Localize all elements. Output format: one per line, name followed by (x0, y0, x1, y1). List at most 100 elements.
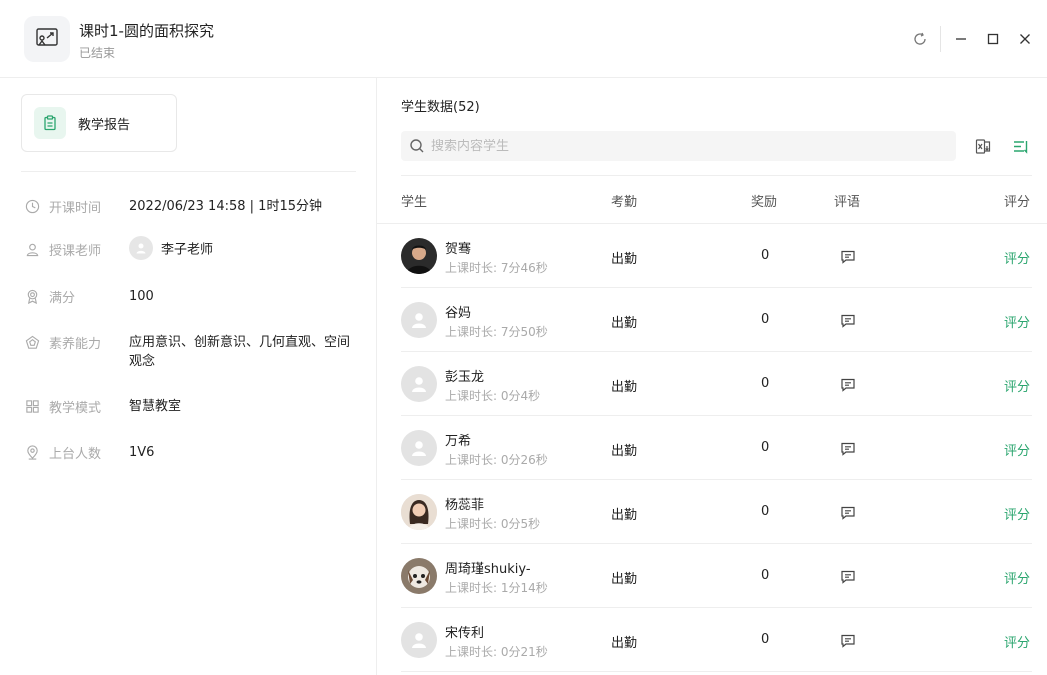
attendance-status: 出勤 (611, 636, 638, 651)
attendance-status: 出勤 (611, 252, 638, 267)
student-name: 万希 (445, 434, 472, 449)
section-title: 学生数据(52) (401, 100, 480, 115)
avatar (401, 238, 437, 274)
sort-button[interactable] (1010, 136, 1030, 156)
student-name: 宋传利 (445, 626, 485, 641)
avatar (401, 558, 437, 594)
teaching-report-label: 教学报告 (78, 117, 131, 133)
info-label: 授课老师 (49, 244, 102, 259)
info-stage-count: 上台人数 1V6 (24, 443, 357, 462)
avatar (401, 302, 437, 338)
info-label: 素养能力 (49, 337, 102, 352)
info-label: 开课时间 (49, 201, 102, 216)
reward-count: 0 (761, 632, 770, 647)
info-value: 1V6 (129, 445, 155, 460)
table-header: 学生 考勤 奖励 评语 评分 (377, 176, 1047, 224)
info-value: 应用意识、创新意识、几何直观、空间观念 (129, 335, 351, 369)
avatar (401, 366, 437, 402)
info-value: 李子老师 (129, 236, 357, 260)
score-button[interactable]: 评分 (1004, 440, 1030, 459)
score-button[interactable]: 评分 (1004, 376, 1030, 395)
minimize-button[interactable] (952, 30, 970, 48)
attendance-status: 出勤 (611, 380, 638, 395)
student-data-panel: 学生数据(52) 学生 考勤 奖励 评语 评分 贺骞 上课时长: 7分46秒 出… (377, 78, 1047, 675)
comment-button[interactable] (839, 568, 857, 586)
sort-icon (1013, 140, 1027, 154)
award-icon (24, 288, 40, 304)
class-duration: 上课时长: 0分5秒 (445, 517, 541, 531)
user-icon (24, 241, 40, 257)
info-start-time: 开课时间 2022/06/23 14:58 | 1时15分钟 (24, 197, 357, 216)
refresh-icon (914, 32, 926, 45)
location-icon (24, 444, 40, 460)
info-literacy: 素养能力 应用意识、创新意识、几何直观、空间观念 (24, 333, 357, 371)
divider (940, 26, 941, 52)
avatar (401, 494, 437, 530)
divider (401, 671, 1032, 672)
export-excel-icon (975, 138, 990, 154)
info-value: 2022/06/23 14:58 | 1时15分钟 (129, 199, 322, 214)
student-name: 周琦瑾shukiy- (445, 562, 531, 577)
page-title: 课时1-圆的面积探究 (79, 22, 214, 40)
search-input[interactable] (431, 138, 931, 154)
comment-button[interactable] (839, 248, 857, 266)
comment-icon (841, 506, 855, 520)
column-header-score: 评分 (1004, 195, 1031, 210)
attendance-status: 出勤 (611, 316, 638, 331)
title-bar: 课时1-圆的面积探究 已结束 (0, 0, 1047, 78)
classroom-icon (24, 16, 70, 62)
table-row: 周琦瑾shukiy- 上课时长: 1分14秒 出勤 0 评分 (377, 544, 1047, 608)
column-header-reward: 奖励 (751, 195, 778, 210)
class-duration: 上课时长: 7分50秒 (445, 325, 548, 339)
class-duration: 上课时长: 1分14秒 (445, 581, 548, 595)
comment-button[interactable] (839, 632, 857, 650)
maximize-icon (987, 33, 999, 45)
info-label: 教学模式 (49, 401, 102, 416)
reward-count: 0 (761, 376, 770, 391)
score-button[interactable]: 评分 (1004, 248, 1030, 267)
export-excel-button[interactable] (973, 136, 993, 156)
info-teacher: 授课老师 李子老师 (24, 236, 357, 260)
comment-icon (841, 314, 855, 328)
class-duration: 上课时长: 0分21秒 (445, 645, 548, 659)
reward-count: 0 (761, 440, 770, 455)
comment-icon (841, 570, 855, 584)
clipboard-icon (34, 107, 66, 139)
comment-icon (841, 442, 855, 456)
comment-icon (841, 378, 855, 392)
column-header-attendance: 考勤 (611, 195, 638, 210)
score-button[interactable]: 评分 (1004, 504, 1030, 523)
reward-count: 0 (761, 312, 770, 327)
grid-icon (24, 398, 40, 414)
info-label: 上台人数 (49, 447, 102, 462)
column-header-student: 学生 (401, 195, 428, 210)
attendance-status: 出勤 (611, 508, 638, 523)
info-full-score: 满分 100 (24, 287, 357, 306)
divider (21, 171, 356, 172)
table-row: 谷妈 上课时长: 7分50秒 出勤 0 评分 (377, 288, 1047, 352)
table-row: 杨蕊菲 上课时长: 0分5秒 出勤 0 评分 (377, 480, 1047, 544)
student-name: 贺骞 (445, 242, 472, 257)
refresh-button[interactable] (911, 30, 929, 48)
comment-button[interactable] (839, 504, 857, 522)
comment-button[interactable] (839, 440, 857, 458)
teaching-report-button[interactable]: 教学报告 (21, 94, 177, 152)
score-button[interactable]: 评分 (1004, 568, 1030, 587)
maximize-button[interactable] (984, 30, 1002, 48)
score-button[interactable]: 评分 (1004, 632, 1030, 651)
minimize-icon (956, 38, 966, 40)
info-value: 智慧教室 (129, 399, 182, 414)
avatar (401, 430, 437, 466)
table-row: 万希 上课时长: 0分26秒 出勤 0 评分 (377, 416, 1047, 480)
comment-icon (841, 634, 855, 648)
comment-button[interactable] (839, 376, 857, 394)
score-button[interactable]: 评分 (1004, 312, 1030, 331)
class-duration: 上课时长: 7分46秒 (445, 261, 548, 275)
close-button[interactable] (1016, 30, 1034, 48)
search-box[interactable] (401, 131, 956, 161)
comment-button[interactable] (839, 312, 857, 330)
reward-count: 0 (761, 248, 770, 263)
table-row: 宋传利 上课时长: 0分21秒 出勤 0 评分 (377, 608, 1047, 672)
lesson-info-panel: 教学报告 开课时间 2022/06/23 14:58 | 1时15分钟 授课老师… (0, 78, 377, 675)
comment-icon (841, 250, 855, 264)
